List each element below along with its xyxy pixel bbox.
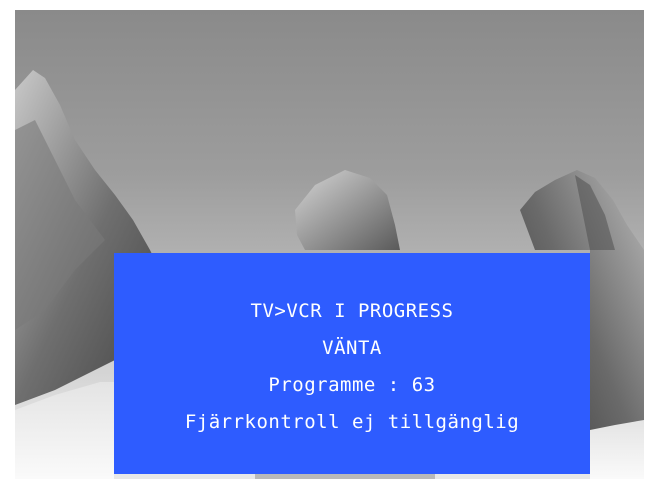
- osd-wait-line: VÄNTA: [322, 337, 382, 359]
- osd-status-line: TV>VCR I PROGRESS: [250, 300, 454, 322]
- tv-frame: TV>VCR I PROGRESS VÄNTA Programme : 63 F…: [0, 0, 647, 481]
- osd-programme-line: Programme : 63: [268, 374, 436, 396]
- tv-screen: TV>VCR I PROGRESS VÄNTA Programme : 63 F…: [15, 10, 644, 479]
- osd-remote-unavailable-line: Fjärrkontroll ej tillgänglig: [184, 411, 520, 433]
- osd-message-box: TV>VCR I PROGRESS VÄNTA Programme : 63 F…: [114, 253, 590, 474]
